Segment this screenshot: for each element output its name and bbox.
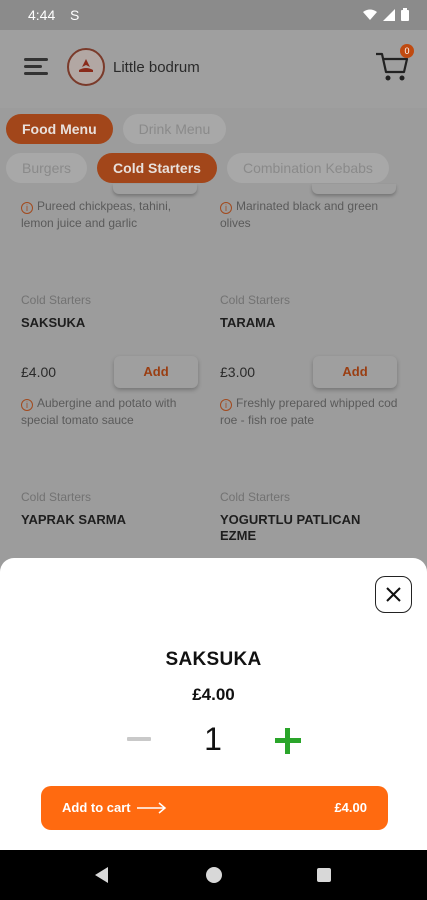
plus-icon-vertical [285,728,290,754]
close-button[interactable] [375,576,412,613]
logo-emblem-icon [79,59,93,72]
category-tabs: Burgers Cold Starters Combination Kebabs [6,153,389,183]
tab-drink-menu[interactable]: Drink Menu [122,114,227,144]
status-icons [363,8,409,21]
add-to-cart-total: £4.00 [334,800,367,815]
recents-icon[interactable] [317,868,331,882]
add-to-cart-button[interactable]: Add to cart £4.00 [41,786,388,830]
signal-icon [383,8,395,21]
description-text: Pureed chickpeas, tahini, lemon juice an… [21,199,172,230]
product-name: YOGURTLU PATLICAN EZME [220,512,361,543]
info-icon: i [220,202,232,214]
arrow-right-icon [137,802,167,814]
product-category: Cold Starters [220,293,291,307]
product-name: YAPRAK SARMA [21,512,126,527]
add-to-cart-sheet: SAKSUKA £4.00 1 Add to cart £4.00 [0,558,427,850]
decrease-quantity-button[interactable] [124,728,154,750]
app-header: Little bodrum 0 [0,30,427,108]
description-text: Aubergine and potato with special tomato… [21,396,177,427]
minus-icon [127,737,151,741]
back-icon[interactable] [95,867,109,883]
category-combination-kebabs[interactable]: Combination Kebabs [226,153,389,183]
sheet-item-name: SAKSUKA [165,649,262,670]
product-description: i Freshly prepared whipped cod roe - fish… [220,395,400,429]
product-name: TARAMA [220,315,276,330]
sheet-item-price: £4.00 [192,685,235,704]
product-name: SAKSUKA [21,315,86,330]
cart-count-badge: 0 [400,44,414,58]
product-price: £4.00 [21,364,57,380]
product-card-yogurtlu-patlican-ezme[interactable]: Cold Starters YOGURTLU PATLICAN EZME [220,490,380,544]
restaurant-logo [67,48,105,86]
product-card-yaprak-sarma[interactable]: Cold Starters YAPRAK SARMA [21,490,211,528]
info-icon: i [21,399,33,411]
product-category: Cold Starters [21,293,92,307]
info-icon: i [21,202,33,214]
battery-icon [401,8,409,21]
tab-food-menu[interactable]: Food Menu [6,114,113,144]
increase-quantity-button[interactable] [273,726,303,756]
category-cold-starters[interactable]: Cold Starters [97,153,217,183]
brand-name: Little bodrum [113,59,200,76]
add-button[interactable]: Add [313,356,397,388]
home-icon[interactable] [206,867,222,883]
product-description: i Marinated black and green olives [220,198,400,232]
add-to-cart-label: Add to cart [62,800,131,815]
menu-icon[interactable] [24,58,48,76]
description-text: Freshly prepared whipped cod roe - fish … [220,396,398,427]
status-time: 4:44 [28,7,56,23]
close-icon [385,586,401,602]
product-description: i Pureed chickpeas, tahini, lemon juice a… [21,198,201,232]
notification-s-icon: S [70,7,80,23]
description-text: Marinated black and green olives [220,199,379,230]
status-bar: 4:44 S [0,0,427,30]
category-burgers[interactable]: Burgers [6,153,88,183]
add-button-partial[interactable] [312,184,396,194]
add-button[interactable]: Add [114,356,198,388]
product-description: i Aubergine and potato with special tomat… [21,395,201,429]
system-nav-bar [0,850,427,900]
info-icon: i [220,399,232,411]
wifi-icon [363,9,377,20]
menu-tabs: Food Menu Drink Menu [6,114,227,144]
quantity-value: 1 [204,721,222,757]
product-category: Cold Starters [220,490,291,504]
product-price: £3.00 [220,364,256,380]
product-category: Cold Starters [21,490,92,504]
add-button-partial[interactable] [113,184,197,194]
